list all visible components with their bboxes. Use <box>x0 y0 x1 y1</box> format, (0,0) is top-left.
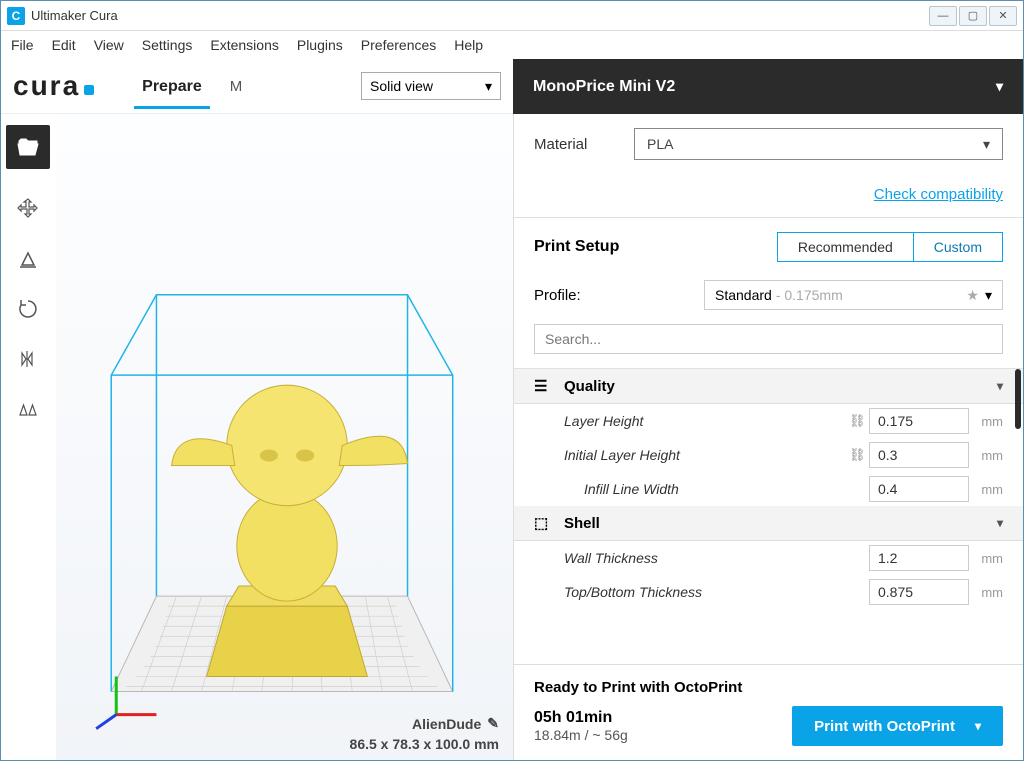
settings-list: ☰ Quality ▾ Layer Height ⛓ 0.175 mm Init… <box>514 369 1023 664</box>
profile-detail: - 0.175mm <box>776 287 843 303</box>
viewport-3d[interactable]: AlienDude ✎ 86.5 x 78.3 x 100.0 mm <box>56 114 513 760</box>
titlebar: C Ultimaker Cura ― ▢ ✕ <box>1 1 1023 31</box>
profile-select[interactable]: Standard - 0.175mm ★ ▾ <box>704 280 1003 310</box>
unit-label: mm <box>969 448 1003 463</box>
view-mode-select[interactable]: Solid view ▾ <box>361 72 501 100</box>
model-info: AlienDude ✎ 86.5 x 78.3 x 100.0 mm <box>350 715 499 752</box>
link-icon[interactable]: ⛓ <box>849 413 869 429</box>
bottom-bar: Ready to Print with OctoPrint 05h 01min … <box>514 664 1023 760</box>
maximize-button[interactable]: ▢ <box>959 6 987 26</box>
menu-file[interactable]: File <box>11 37 34 53</box>
top-row: cura Prepare M Solid view ▾ MonoPrice Mi… <box>1 59 1023 114</box>
link-icon[interactable]: ⛓ <box>849 447 869 463</box>
per-model-icon <box>16 397 40 421</box>
print-button[interactable]: Print with OctoPrint ▾ <box>792 706 1003 746</box>
model-name: AlienDude <box>412 716 481 732</box>
app-window: C Ultimaker Cura ― ▢ ✕ File Edit View Se… <box>0 0 1024 761</box>
rotate-tool[interactable] <box>6 287 50 331</box>
material-select[interactable]: PLA ▾ <box>634 128 1003 160</box>
app-icon: C <box>7 7 25 25</box>
mirror-icon <box>16 347 40 371</box>
unit-label: mm <box>969 414 1003 429</box>
category-quality[interactable]: ☰ Quality ▾ <box>514 369 1023 404</box>
recommended-button[interactable]: Recommended <box>778 233 914 261</box>
setting-initial-layer-height-input[interactable]: 0.3 <box>869 442 969 468</box>
category-shell[interactable]: ⬚ Shell ▾ <box>514 506 1023 541</box>
setting-layer-height-label: Layer Height <box>564 413 849 429</box>
per-model-tool[interactable] <box>6 387 50 431</box>
printer-name: MonoPrice Mini V2 <box>533 78 675 96</box>
menu-view[interactable]: View <box>94 37 124 53</box>
setting-wall-thickness-input[interactable]: 1.2 <box>869 545 969 571</box>
settings-search-input[interactable]: Search... <box>534 324 1003 354</box>
setting-infill-line-width-input[interactable]: 0.4 <box>869 476 969 502</box>
scale-tool[interactable] <box>6 237 50 281</box>
rotate-icon <box>16 297 40 321</box>
scale-icon <box>16 247 40 271</box>
setting-wall-thickness-label: Wall Thickness <box>564 550 849 566</box>
check-compatibility-link[interactable]: Check compatibility <box>534 186 1003 203</box>
setup-mode-toggle: Recommended Custom <box>777 232 1003 262</box>
move-icon <box>16 197 40 221</box>
category-shell-label: Shell <box>564 515 600 532</box>
pencil-icon[interactable]: ✎ <box>487 715 499 732</box>
open-file-button[interactable] <box>6 125 50 169</box>
app-title: Ultimaker Cura <box>31 8 118 23</box>
mirror-tool[interactable] <box>6 337 50 381</box>
material-value: PLA <box>647 136 673 152</box>
tab-monitor-partial[interactable]: M <box>230 78 243 95</box>
menu-settings[interactable]: Settings <box>142 37 193 53</box>
view-mode-value: Solid view <box>370 78 433 94</box>
chevron-down-icon: ▾ <box>485 78 492 95</box>
print-time: 05h 01min <box>534 709 628 727</box>
print-button-label: Print with OctoPrint <box>814 718 955 735</box>
menu-extensions[interactable]: Extensions <box>210 37 278 53</box>
settings-pane: Material PLA ▾ Check compatibility Print… <box>513 114 1023 760</box>
folder-open-icon <box>16 135 40 159</box>
menu-preferences[interactable]: Preferences <box>361 37 436 53</box>
ready-status: Ready to Print with OctoPrint <box>534 679 1003 696</box>
quality-icon: ☰ <box>534 377 554 395</box>
left-pane: AlienDude ✎ 86.5 x 78.3 x 100.0 mm <box>1 114 513 760</box>
minimize-button[interactable]: ― <box>929 6 957 26</box>
shell-icon: ⬚ <box>534 514 554 532</box>
tool-column <box>1 114 56 760</box>
chevron-down-icon: ▾ <box>983 136 990 153</box>
menu-help[interactable]: Help <box>454 37 483 53</box>
setting-initial-layer-height-label: Initial Layer Height <box>564 447 849 463</box>
menu-edit[interactable]: Edit <box>52 37 76 53</box>
chevron-down-icon: ▾ <box>985 287 992 304</box>
category-quality-label: Quality <box>564 378 615 395</box>
chevron-down-icon: ▾ <box>996 78 1003 95</box>
search-placeholder: Search... <box>545 331 601 347</box>
unit-label: mm <box>969 551 1003 566</box>
unit-label: mm <box>969 585 1003 600</box>
build-volume <box>56 114 513 747</box>
setting-top-bottom-thickness-label: Top/Bottom Thickness <box>564 584 849 600</box>
tab-prepare[interactable]: Prepare <box>134 64 210 109</box>
material-label: Material <box>534 136 634 153</box>
move-tool[interactable] <box>6 187 50 231</box>
printer-select[interactable]: MonoPrice Mini V2 ▾ <box>513 59 1023 114</box>
setting-layer-height-input[interactable]: 0.175 <box>869 408 969 434</box>
close-button[interactable]: ✕ <box>989 6 1017 26</box>
chevron-down-icon[interactable]: ▾ <box>975 719 981 733</box>
print-setup-label: Print Setup <box>534 238 777 256</box>
unit-label: mm <box>969 482 1003 497</box>
chevron-down-icon: ▾ <box>997 516 1003 530</box>
chevron-down-icon: ▾ <box>997 379 1003 393</box>
setting-top-bottom-thickness-input[interactable]: 0.875 <box>869 579 969 605</box>
scrollbar-thumb[interactable] <box>1015 369 1021 429</box>
star-icon[interactable]: ★ <box>966 287 979 304</box>
profile-name: Standard <box>715 287 772 303</box>
cura-logo: cura <box>13 70 94 102</box>
profile-label: Profile: <box>534 287 704 304</box>
window-controls: ― ▢ ✕ <box>929 6 1017 26</box>
menu-plugins[interactable]: Plugins <box>297 37 343 53</box>
custom-button[interactable]: Custom <box>913 232 1003 262</box>
menubar: File Edit View Settings Extensions Plugi… <box>1 31 1023 59</box>
model-dimensions: 86.5 x 78.3 x 100.0 mm <box>350 736 499 752</box>
filament-usage: 18.84m / ~ 56g <box>534 727 628 743</box>
setting-infill-line-width-label: Infill Line Width <box>584 481 849 497</box>
